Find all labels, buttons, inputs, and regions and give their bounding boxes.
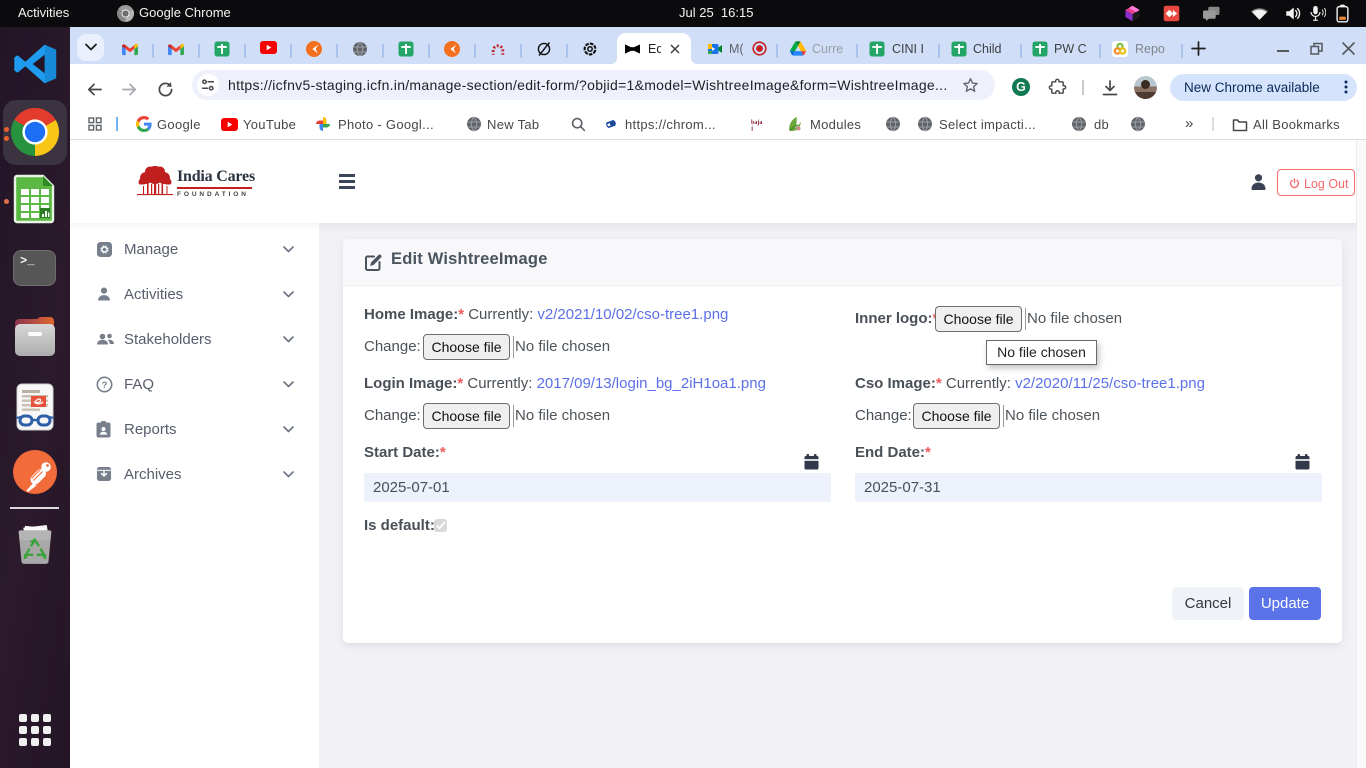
svg-text:?: ? bbox=[102, 380, 108, 391]
svg-text:j: j bbox=[751, 126, 753, 131]
